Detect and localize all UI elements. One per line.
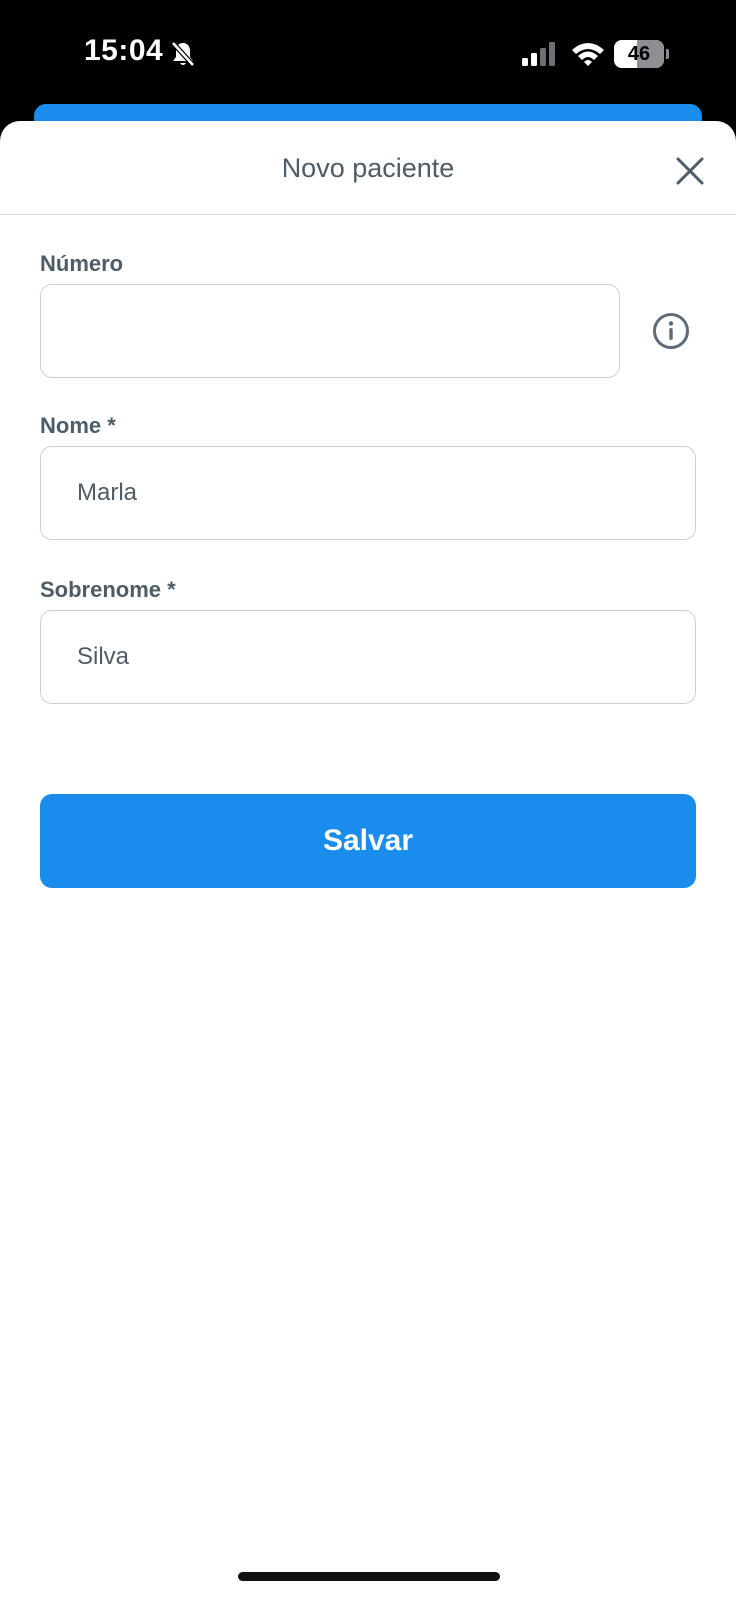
sheet-title: Novo paciente — [281, 153, 455, 183]
info-icon[interactable] — [652, 312, 690, 350]
save-button[interactable]: Salvar — [40, 794, 696, 888]
new-patient-sheet: Novo paciente Número Nome * Marla Sobren… — [0, 121, 736, 1600]
nome-input[interactable]: Marla — [40, 446, 696, 540]
signal-icon — [522, 42, 555, 66]
battery-percent: 46 — [627, 43, 651, 65]
nome-label: Nome * — [40, 413, 116, 438]
sheet-header: Novo paciente — [0, 121, 736, 215]
numero-input[interactable] — [40, 284, 620, 378]
status-time: 15:04 — [84, 34, 164, 67]
status-bar: 15:04 46 — [0, 0, 736, 104]
numero-label: Número — [40, 251, 124, 276]
wifi-icon — [572, 43, 604, 66]
sobrenome-label: Sobrenome * — [40, 577, 176, 602]
sobrenome-input[interactable]: Silva — [40, 610, 696, 704]
bell-slash-icon — [171, 41, 195, 67]
home-indicator[interactable] — [238, 1572, 500, 1581]
battery-icon: 46 — [614, 40, 669, 68]
close-icon[interactable] — [668, 149, 712, 193]
